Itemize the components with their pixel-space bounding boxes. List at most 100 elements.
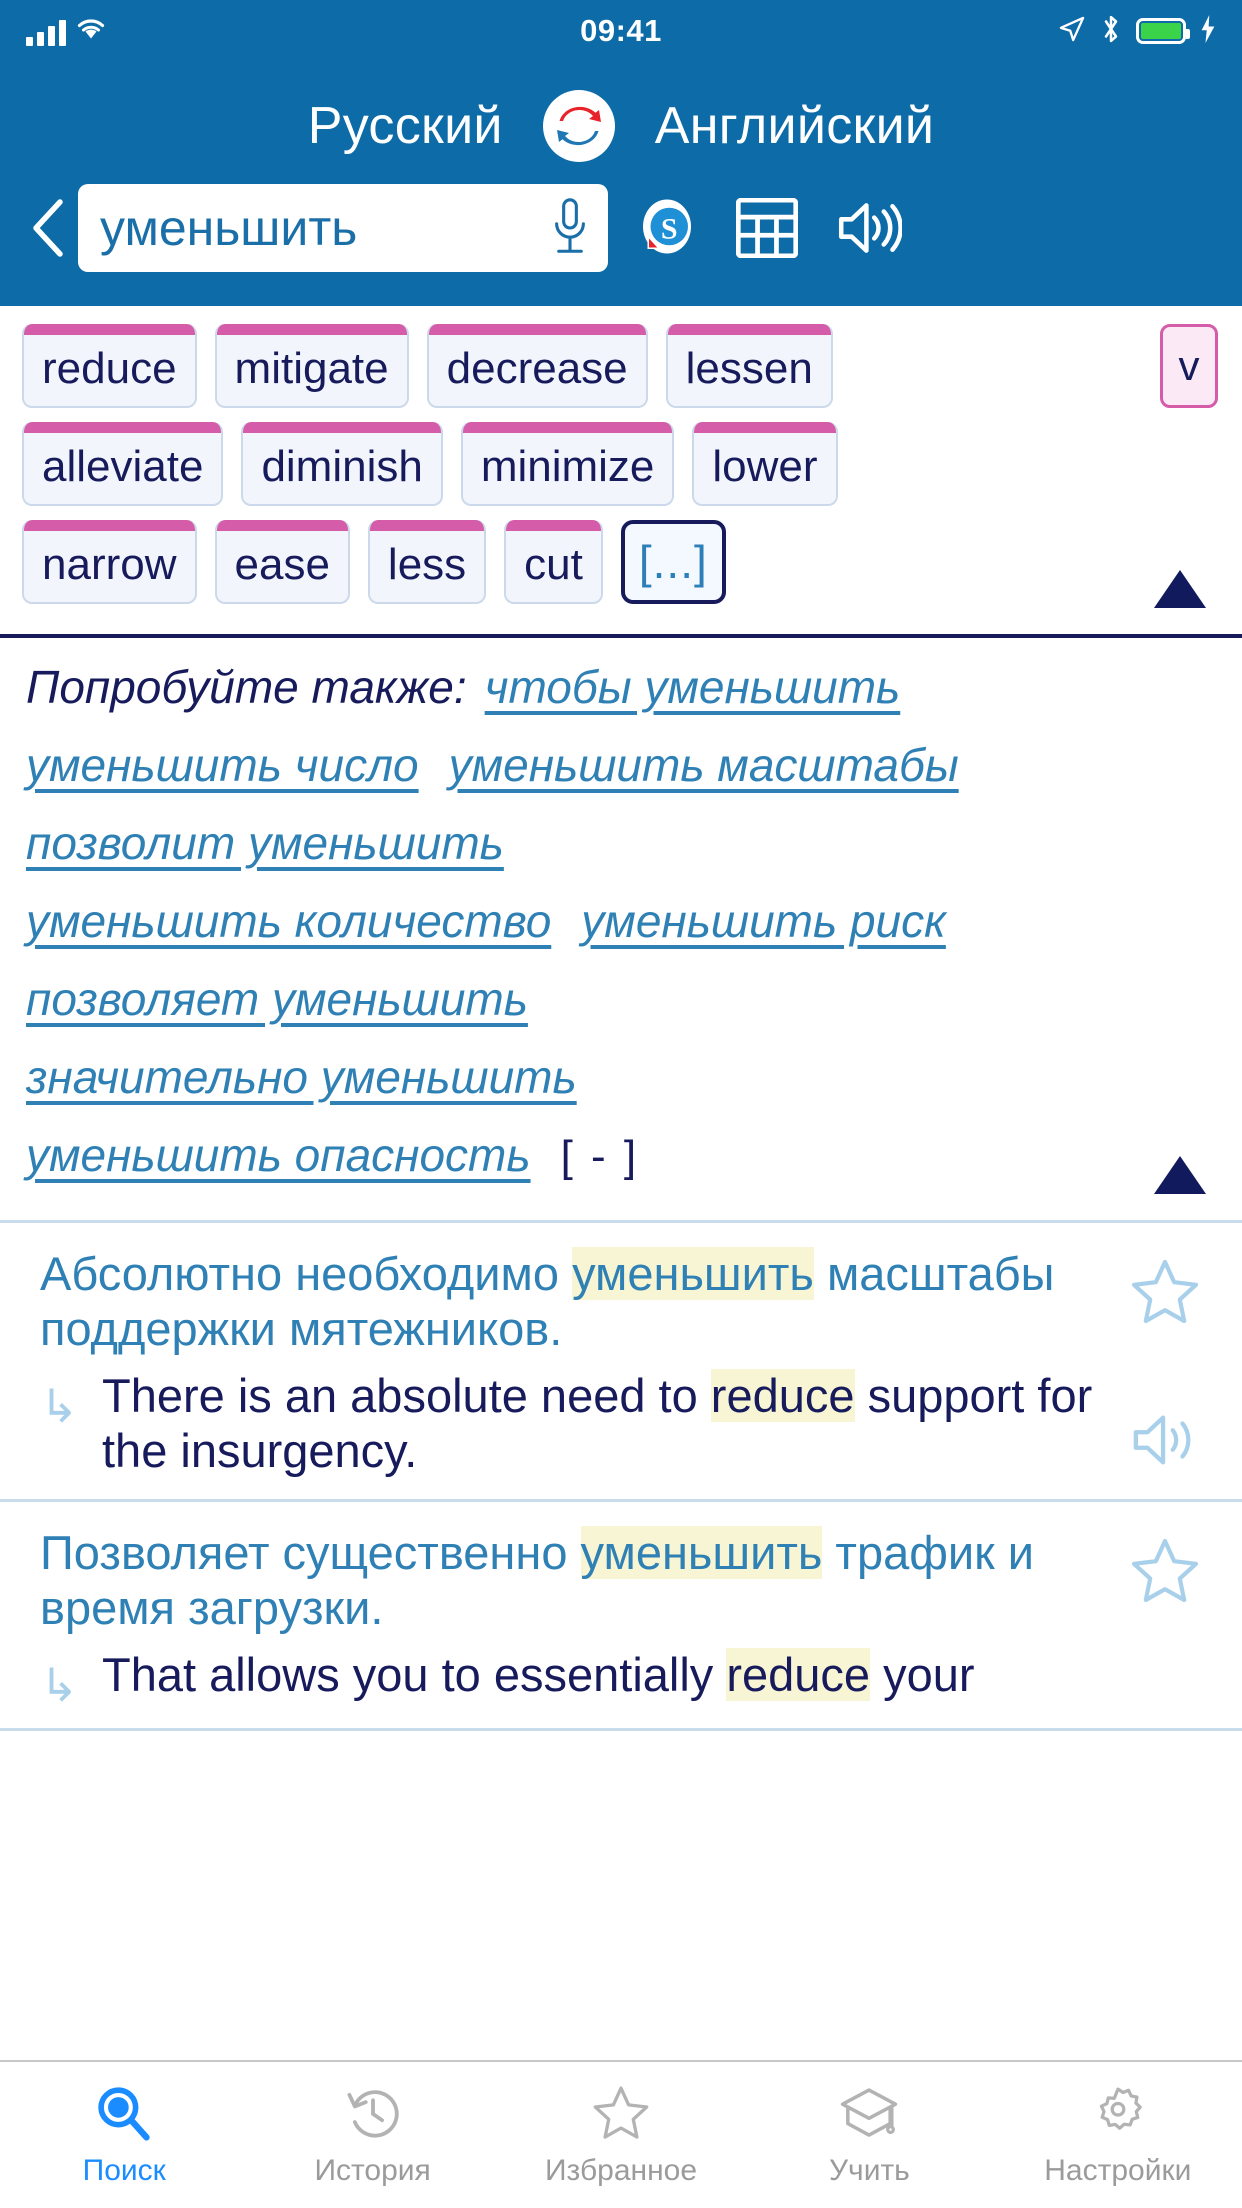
suggestion-line: уменьшить количество уменьшить риск [26, 894, 1216, 948]
translation-chip-label: diminish [261, 442, 423, 491]
speaker-icon[interactable] [1130, 1410, 1200, 1475]
example-source-pre: Позволяет существенно [40, 1525, 581, 1579]
example-target-highlight: reduce [710, 1368, 855, 1422]
translation-chip[interactable]: ease [214, 520, 350, 604]
tab-learn[interactable]: Учить [745, 2062, 993, 2208]
part-of-speech-label: v [1178, 342, 1200, 389]
star-outline-icon[interactable] [1129, 1257, 1201, 1332]
search-box[interactable]: уменьшить [78, 184, 608, 272]
tab-favorites[interactable]: Избранное [497, 2062, 745, 2208]
suggestion-link[interactable]: уменьшить число [26, 738, 419, 792]
example-source-highlight: уменьшить [572, 1247, 814, 1300]
suggestion-link[interactable]: чтобы уменьшить [485, 660, 901, 714]
example-target-row: ↳ There is an absolute need to reduce su… [40, 1368, 1110, 1479]
translation-chip[interactable]: lower [692, 422, 838, 506]
translation-chip-label: ease [234, 540, 330, 589]
example-actions [1110, 1526, 1220, 1708]
suggestion-line: Попробуйте также: чтобы уменьшить [26, 660, 1216, 714]
suggestion-link[interactable]: позволит уменьшить [26, 816, 504, 870]
collapse-suggestions-marker[interactable]: [ - ] [561, 1132, 640, 1182]
example-target-sentence: There is an absolute need to reduce supp… [102, 1368, 1110, 1479]
example-source-sentence: Абсолютно необходимо уменьшить масштабы … [40, 1247, 1110, 1357]
suggestion-link[interactable]: позволяет уменьшить [26, 972, 528, 1026]
source-language-selector[interactable]: Русский [308, 96, 503, 156]
swap-languages-icon[interactable] [542, 90, 615, 162]
suggestion-line: позволит уменьшить [26, 816, 1216, 870]
example-source-sentence: Позволяет существенно уменьшить трафик и… [40, 1525, 1110, 1636]
suggestion-line: значительно уменьшить [26, 1050, 1216, 1104]
back-button[interactable] [20, 196, 78, 260]
suggestions-label: Попробуйте также: [26, 661, 467, 713]
example-body: Абсолютно необходимо уменьшить масштабы … [40, 1247, 1110, 1479]
translation-chip-row: reduce mitigate decrease lessen [22, 324, 1220, 408]
search-input[interactable]: уменьшить [100, 199, 548, 257]
translation-chip[interactable]: minimize [460, 422, 675, 506]
history-clock-icon [344, 2082, 402, 2144]
part-of-speech-badge[interactable]: v [1160, 324, 1218, 408]
tab-label: Настройки [1044, 2154, 1192, 2187]
example-source-highlight: уменьшить [580, 1525, 823, 1579]
example-target-highlight: reduce [726, 1647, 871, 1701]
more-translations-chip[interactable]: [...] [620, 520, 726, 604]
example-target-row: ↳ That allows you to essentially reduce … [40, 1647, 1110, 1711]
translation-chip-label: narrow [42, 540, 177, 589]
search-icon [94, 2082, 154, 2144]
example-body: Позволяет существенно уменьшить трафик и… [40, 1525, 1110, 1711]
language-header: Русский Английский [0, 62, 1242, 184]
collapse-up-arrow-icon[interactable] [1154, 570, 1206, 608]
translation-chip-label: reduce [42, 344, 177, 393]
translation-chip[interactable]: mitigate [214, 324, 409, 408]
suggestion-line: уменьшить число уменьшить масштабы [26, 738, 1216, 792]
translation-chip-label: alleviate [42, 442, 204, 491]
microphone-icon[interactable] [548, 197, 592, 259]
tab-settings[interactable]: Настройки [994, 2062, 1242, 2208]
translation-chip-label: less [387, 540, 467, 589]
tab-search[interactable]: Поиск [0, 2062, 248, 2208]
suggestion-link[interactable]: уменьшить риск [581, 894, 946, 948]
suggestion-link[interactable]: уменьшить масштабы [449, 738, 959, 792]
translation-chips-area: reduce mitigate decrease lessen alleviat… [0, 306, 1242, 638]
translation-chip-row: alleviate diminish minimize lower [22, 422, 1220, 506]
suggestion-line: позволяет уменьшить [26, 972, 1216, 1026]
grid-table-icon[interactable] [736, 198, 798, 258]
translation-chip-label: decrease [446, 344, 628, 393]
conjugation-s-icon[interactable]: S [636, 197, 698, 259]
svg-text:S: S [661, 213, 678, 246]
example-actions [1110, 1247, 1220, 1479]
translation-arrow-icon: ↳ [40, 1658, 79, 1711]
suggestion-link[interactable]: значительно уменьшить [26, 1050, 577, 1104]
example-target-sentence: That allows you to essentially reduce yo… [102, 1647, 1110, 1703]
translation-chip[interactable]: reduce [22, 324, 197, 408]
suggestion-link[interactable]: уменьшить количество [26, 894, 551, 948]
translation-chip[interactable]: decrease [426, 324, 648, 408]
example-target-pre: That allows you to essentially [102, 1647, 727, 1701]
status-bar-clock: 09:41 [580, 13, 662, 48]
status-bar: 09:41 [0, 0, 1242, 62]
translation-chip[interactable]: lessen [665, 324, 833, 408]
translation-chip[interactable]: cut [504, 520, 603, 604]
target-language-selector[interactable]: Английский [655, 96, 935, 156]
star-outline-icon[interactable] [1129, 1536, 1201, 1611]
app-root: 09:41 Русский Английский уменьшить S red… [0, 0, 1242, 2208]
example-target-pre: There is an absolute need to [102, 1368, 711, 1422]
suggestion-line: уменьшить опасность [ - ] [26, 1128, 1216, 1182]
tab-history[interactable]: История [248, 2062, 496, 2208]
gear-icon [1089, 2082, 1147, 2144]
translation-chip[interactable]: diminish [241, 422, 443, 506]
translation-chip[interactable]: alleviate [22, 422, 224, 506]
suggestion-link[interactable]: уменьшить опасность [26, 1128, 531, 1182]
translation-chip[interactable]: less [367, 520, 487, 604]
translation-chip[interactable]: narrow [22, 520, 197, 604]
example-source-pre: Абсолютно необходимо [40, 1247, 573, 1300]
translation-chip-label: lessen [685, 344, 813, 393]
collapse-up-arrow-icon[interactable] [1154, 1156, 1206, 1194]
translation-chip-label: mitigate [234, 344, 389, 393]
search-row: уменьшить S [0, 184, 1242, 306]
tab-label: История [314, 2154, 431, 2187]
example-item: Абсолютно необходимо уменьшить масштабы … [0, 1223, 1242, 1502]
star-outline-icon [591, 2082, 651, 2144]
speaker-icon[interactable] [836, 199, 902, 257]
more-translations-label: [...] [638, 536, 708, 588]
example-target-post: your [870, 1647, 975, 1701]
translation-arrow-icon: ↳ [40, 1379, 79, 1432]
